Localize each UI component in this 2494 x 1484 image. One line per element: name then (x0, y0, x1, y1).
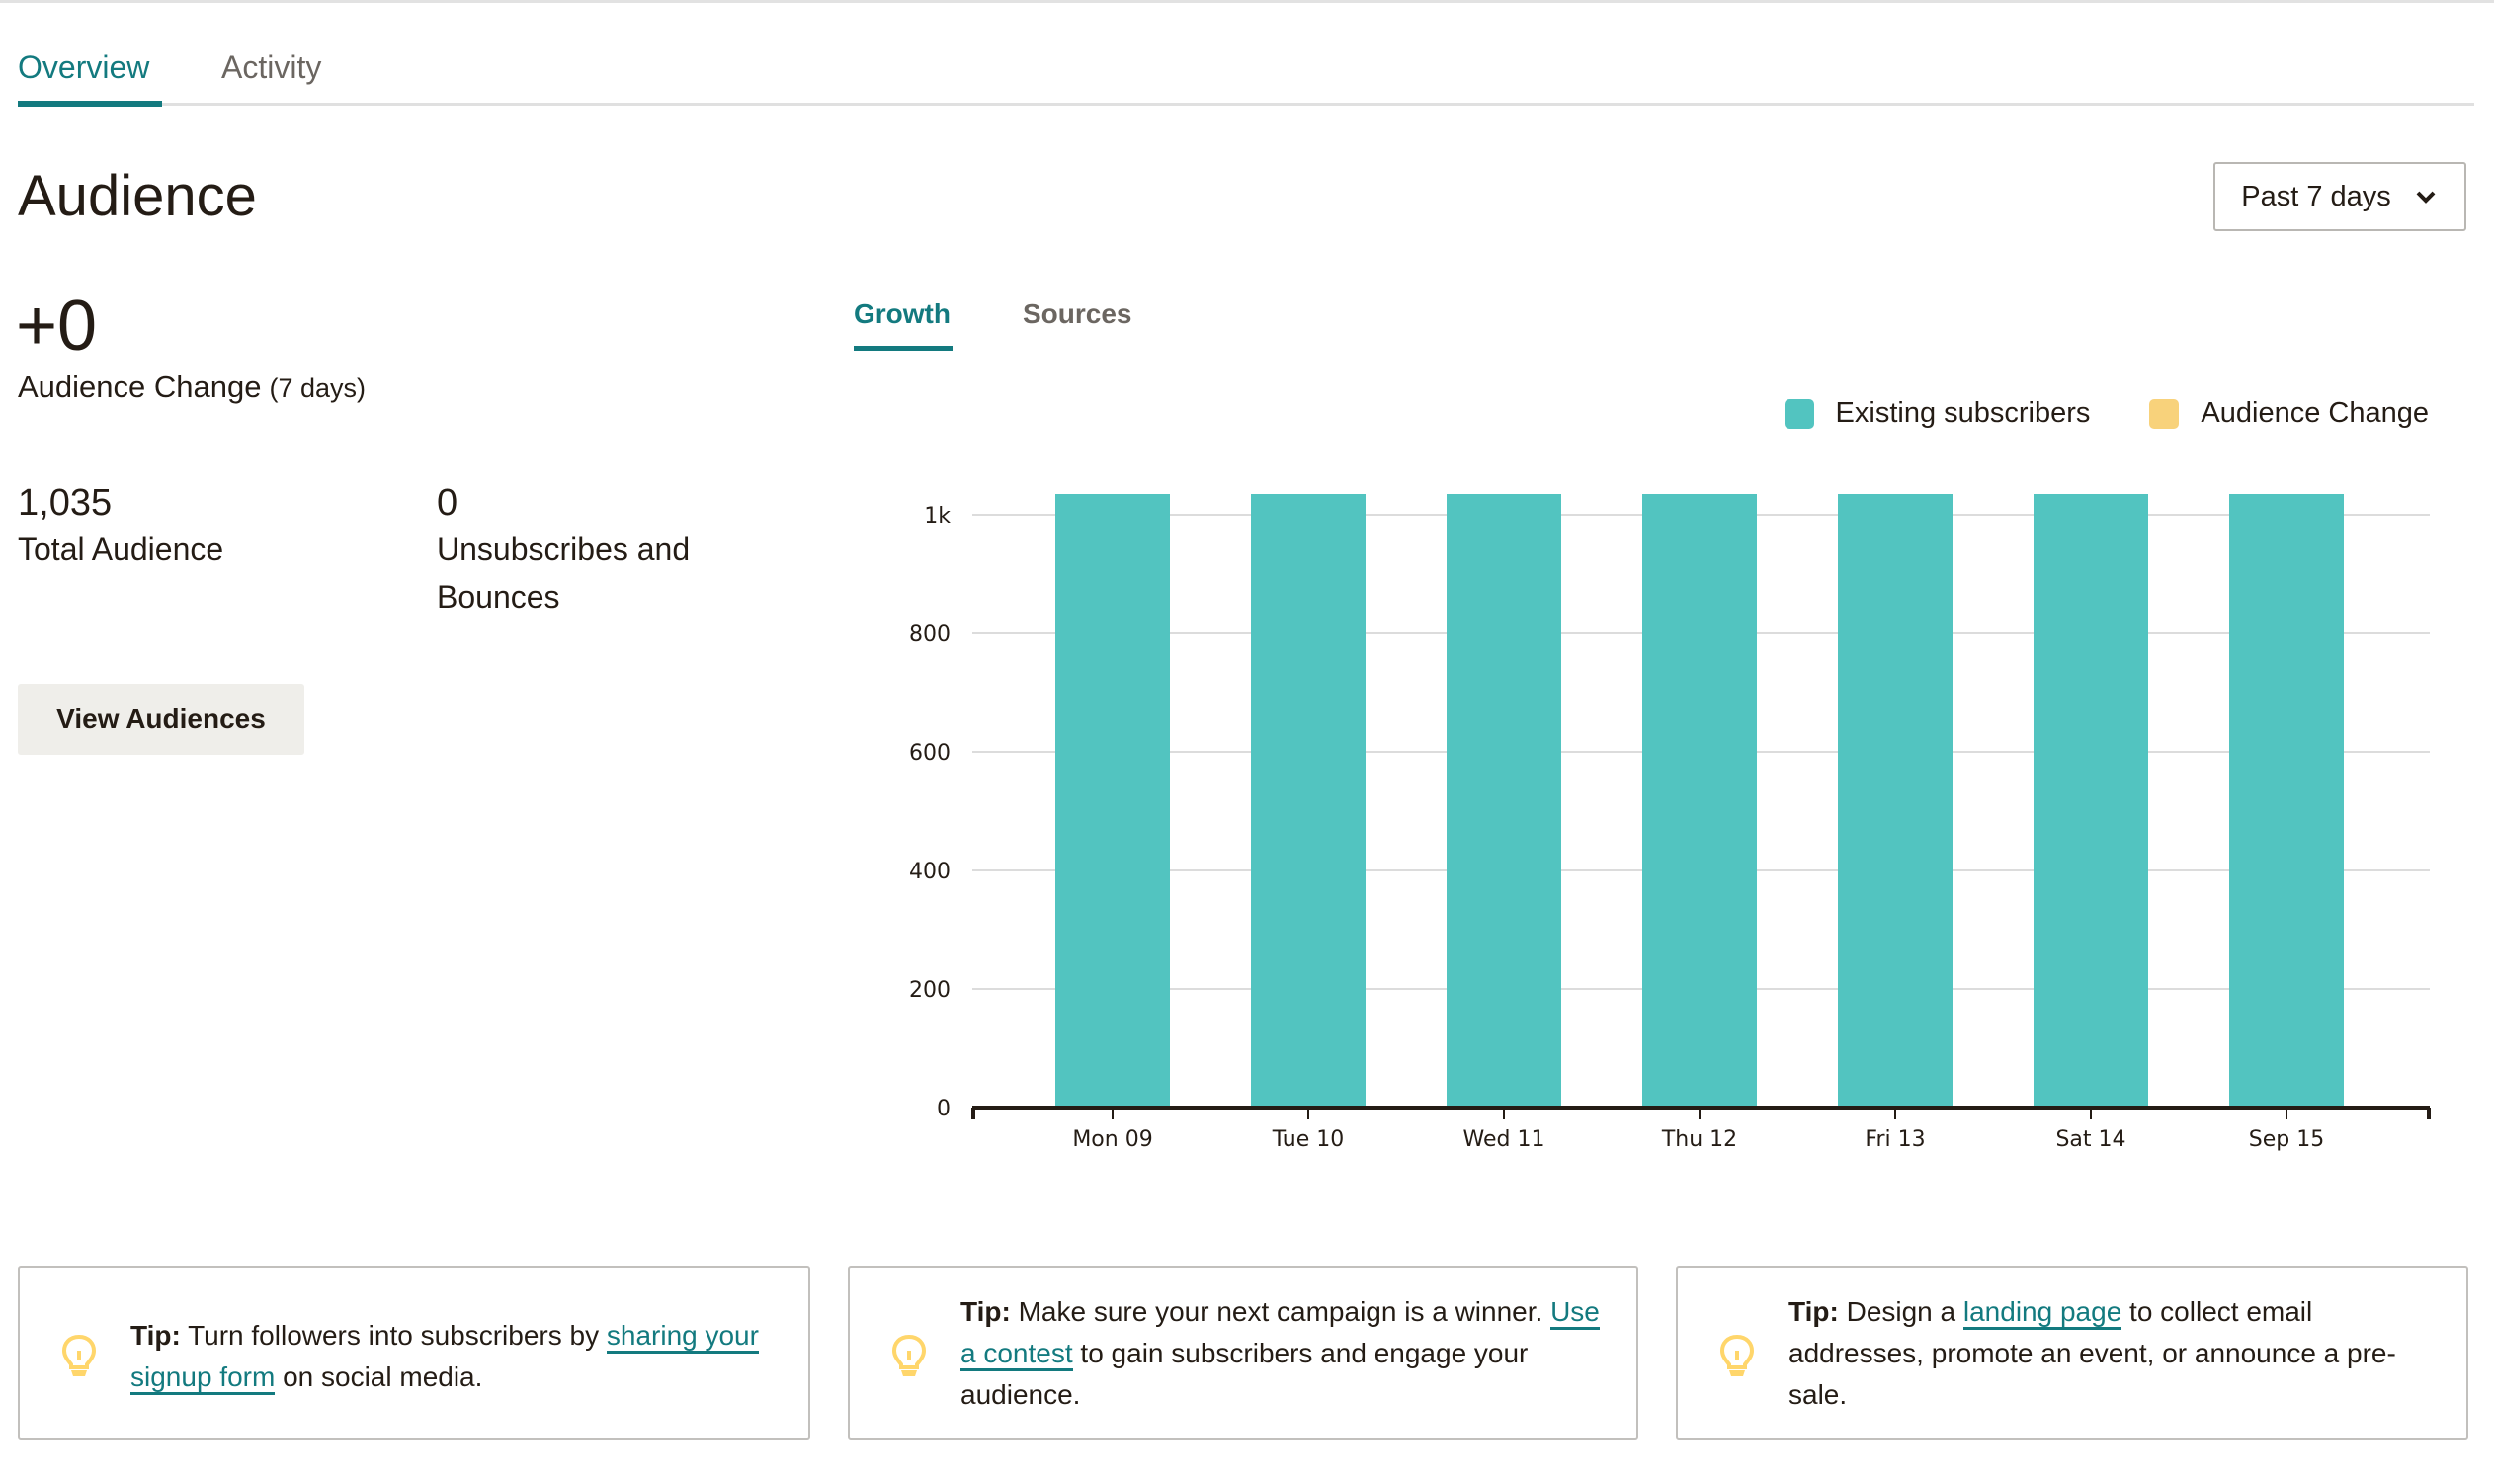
tip-text: Make sure your next campaign is a winner… (1010, 1296, 1551, 1327)
tip-card-2: Tip: Make sure your next campaign is a w… (848, 1266, 1638, 1440)
tip-text: on social media. (275, 1361, 483, 1392)
y-tick-label: 200 (909, 978, 951, 1003)
y-tick-label: 1k (924, 504, 951, 529)
tip-prefix: Tip: (130, 1320, 181, 1351)
x-tick-label: Fri 13 (1865, 1127, 1925, 1152)
bar-existing (2034, 494, 2148, 1108)
lightbulb-icon (61, 1334, 97, 1376)
tip-text-3: Tip: Design a landing page to collect em… (1788, 1291, 2437, 1416)
tip-text: Design a (1838, 1296, 1963, 1327)
tip-card-1: Tip: Turn followers into subscribers by … (18, 1266, 810, 1440)
tip-text-1: Tip: Turn followers into subscribers by … (130, 1315, 779, 1398)
x-tick-label: Mon 09 (1072, 1127, 1152, 1152)
bar-existing (2229, 494, 2344, 1108)
landing-page-link[interactable]: landing page (1962, 1296, 2122, 1330)
tip-prefix: Tip: (1788, 1296, 1839, 1327)
bar-existing (1251, 494, 1366, 1108)
x-tick-label: Sat 14 (2055, 1127, 2125, 1152)
bar-existing (1447, 494, 1561, 1108)
bar-existing (1642, 494, 1757, 1108)
lightbulb-icon (891, 1334, 927, 1376)
y-tick-label: 600 (909, 741, 951, 766)
y-tick-label: 0 (937, 1097, 951, 1121)
x-tick-label: Thu 12 (1661, 1127, 1737, 1152)
tip-text-2: Tip: Make sure your next campaign is a w… (960, 1291, 1607, 1416)
tip-prefix: Tip: (960, 1296, 1011, 1327)
y-tick-label: 800 (909, 622, 951, 647)
lightbulb-icon (1719, 1334, 1755, 1376)
growth-chart: 0 200 400 600 800 1k Mon 09 Tue 10 Wed 11 Thu 12 F… (909, 494, 2431, 1152)
bar-existing (1055, 494, 1170, 1108)
tip-text: Turn followers into subscribers by (180, 1320, 607, 1351)
bar-existing (1838, 494, 1953, 1108)
x-tick-label: Wed 11 (1463, 1127, 1545, 1152)
tip-card-3: Tip: Design a landing page to collect em… (1676, 1266, 2468, 1440)
y-tick-label: 400 (909, 860, 951, 884)
x-tick-label: Tue 10 (1272, 1127, 1345, 1152)
x-tick-label: Sep 15 (2249, 1127, 2324, 1152)
